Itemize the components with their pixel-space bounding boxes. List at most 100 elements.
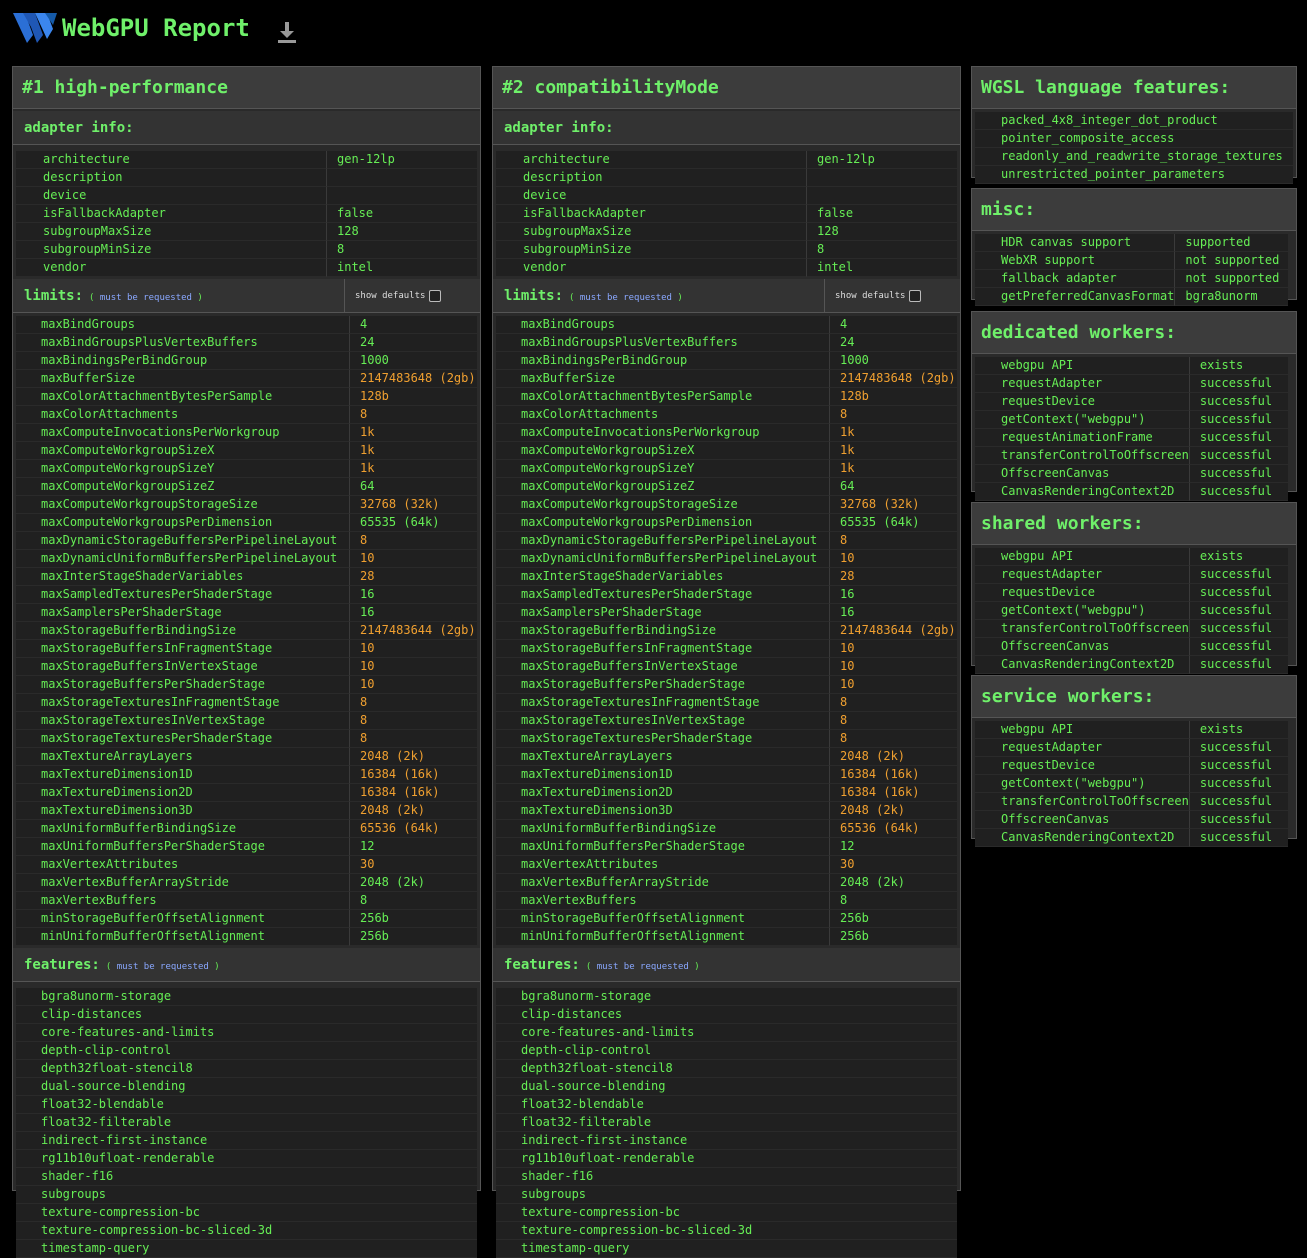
limit-name: maxUniformBuffersPerShaderStage xyxy=(496,838,829,856)
limit-value: 256b xyxy=(829,928,957,946)
table-row: maxVertexBufferArrayStride 2048 (2k) xyxy=(496,874,957,892)
show-defaults-checkbox[interactable] xyxy=(429,289,442,302)
row-value: successful xyxy=(1188,566,1288,584)
limit-name: maxBufferSize xyxy=(16,370,349,388)
limit-value: 1k xyxy=(829,460,957,478)
table-row: maxDynamicUniformBuffersPerPipelineLayou… xyxy=(16,550,477,568)
table-row: maxStorageBuffersPerShaderStage 10 xyxy=(16,676,477,694)
table-row: maxComputeInvocationsPerWorkgroup 1k xyxy=(16,424,477,442)
table-row: CanvasRenderingContext2D successful xyxy=(975,656,1288,674)
table-row: shader-f16 xyxy=(496,1168,957,1186)
limit-value: 24 xyxy=(829,334,957,352)
limit-name: maxComputeWorkgroupSizeY xyxy=(16,460,349,478)
limits-label: limits: xyxy=(24,288,84,304)
table-row: requestAdapter successful xyxy=(975,375,1288,393)
table-row: maxStorageBufferBindingSize 2147483644 (2… xyxy=(496,622,957,640)
limit-value: 8 xyxy=(349,694,477,712)
limit-value: 12 xyxy=(349,838,477,856)
download-icon[interactable] xyxy=(276,20,298,44)
table-row: maxBufferSize 2147483648 (2gb) xyxy=(496,370,957,388)
limits-heading: limits: ( must be requested ) show default… xyxy=(13,279,480,313)
table-row: maxColorAttachments 8 xyxy=(16,406,477,424)
row-key: CanvasRenderingContext2D xyxy=(975,656,1189,674)
table-row: clip-distances xyxy=(496,1006,957,1024)
feature-name: texture-compression-bc xyxy=(16,1204,477,1222)
limit-name: maxColorAttachmentBytesPerSample xyxy=(16,388,349,406)
must-be-requested-link[interactable]: must be requested xyxy=(580,293,672,303)
limit-name: maxComputeWorkgroupStorageSize xyxy=(16,496,349,514)
feature-name: indirect-first-instance xyxy=(16,1132,477,1150)
table-row: getPreferredCanvasFormat bgra8unorm xyxy=(975,288,1288,306)
table-row: maxStorageTexturesInVertexStage 8 xyxy=(496,712,957,730)
row-key: requestAdapter xyxy=(975,566,1189,584)
table-row: maxStorageBuffersInFragmentStage 10 xyxy=(16,640,477,658)
limit-value: 2048 (2k) xyxy=(349,802,477,820)
limit-value: 2048 (2k) xyxy=(349,748,477,766)
limit-name: maxComputeWorkgroupSizeX xyxy=(496,442,829,460)
feature-name: subgroups xyxy=(16,1186,477,1204)
table-row: maxComputeWorkgroupStorageSize 32768 (32k… xyxy=(496,496,957,514)
must-be-requested-note: ( must be requested ) xyxy=(106,962,220,972)
table-row: getContext("webgpu") successful xyxy=(975,775,1288,793)
limit-name: maxBindGroupsPlusVertexBuffers xyxy=(16,334,349,352)
row-key: requestAnimationFrame xyxy=(975,429,1189,447)
must-be-requested-link[interactable]: must be requested xyxy=(117,962,209,972)
limit-value: 65536 (64k) xyxy=(349,820,477,838)
row-key: getContext("webgpu") xyxy=(975,411,1189,429)
table-row: maxStorageBuffersPerShaderStage 10 xyxy=(496,676,957,694)
table-row: packed_4x8_integer_dot_product xyxy=(975,112,1293,130)
info-key: subgroupMinSize xyxy=(496,241,806,259)
info-value: intel xyxy=(326,259,477,277)
table-row: subgroupMaxSize 128 xyxy=(16,223,477,241)
table-row: CanvasRenderingContext2D successful xyxy=(975,483,1288,501)
limit-value: 10 xyxy=(349,658,477,676)
panel-title: service workers: xyxy=(972,676,1296,718)
limit-name: maxStorageBufferBindingSize xyxy=(16,622,349,640)
row-key: webgpu API xyxy=(975,548,1189,566)
row-value: successful xyxy=(1188,602,1288,620)
limit-name: maxVertexAttributes xyxy=(496,856,829,874)
adapter-title: #2 compatibilityMode xyxy=(493,67,960,109)
table-row: maxTextureDimension2D 16384 (16k) xyxy=(16,784,477,802)
table-row: subgroupMinSize 8 xyxy=(496,241,957,259)
table-row: maxStorageTexturesInFragmentStage 8 xyxy=(16,694,477,712)
row-value: successful xyxy=(1188,375,1288,393)
show-defaults-toggle[interactable]: show defaults xyxy=(344,279,442,313)
must-be-requested-link[interactable]: must be requested xyxy=(597,962,689,972)
table-row: maxUniformBufferBindingSize 65536 (64k) xyxy=(496,820,957,838)
feature-name: bgra8unorm-storage xyxy=(16,988,477,1006)
table-row: requestDevice successful xyxy=(975,584,1288,602)
table-row: getContext("webgpu") successful xyxy=(975,602,1288,620)
panel-title: misc: xyxy=(972,189,1296,231)
limit-name: maxTextureDimension1D xyxy=(496,766,829,784)
row-key: getPreferredCanvasFormat xyxy=(975,288,1175,306)
limit-value: 1k xyxy=(349,424,477,442)
panel-table: webgpu API exists requestAdapter successful… xyxy=(975,548,1288,674)
limit-name: maxComputeWorkgroupSizeX xyxy=(16,442,349,460)
table-row: indirect-first-instance xyxy=(496,1132,957,1150)
row-key: webgpu API xyxy=(975,357,1189,375)
table-row: description xyxy=(496,169,957,187)
table-row: maxBindGroupsPlusVertexBuffers 24 xyxy=(496,334,957,352)
paren-close: ) xyxy=(694,962,700,972)
show-defaults-toggle[interactable]: show defaults xyxy=(824,279,922,313)
table-row: maxBufferSize 2147483648 (2gb) xyxy=(16,370,477,388)
info-key: subgroupMaxSize xyxy=(496,223,806,241)
show-defaults-checkbox[interactable] xyxy=(909,289,922,302)
table-row: float32-blendable xyxy=(496,1096,957,1114)
table-row: depth32float-stencil8 xyxy=(16,1060,477,1078)
limit-name: maxStorageBuffersPerShaderStage xyxy=(16,676,349,694)
limit-value: 8 xyxy=(829,892,957,910)
must-be-requested-link[interactable]: must be requested xyxy=(100,293,192,303)
table-row: maxComputeWorkgroupSizeZ 64 xyxy=(16,478,477,496)
table-row: subgroups xyxy=(496,1186,957,1204)
table-row: transferControlToOffscreen successful xyxy=(975,447,1288,465)
table-row: maxColorAttachmentBytesPerSample 128b xyxy=(16,388,477,406)
row-key: HDR canvas support xyxy=(975,234,1175,252)
table-row: maxSamplersPerShaderStage 16 xyxy=(16,604,477,622)
limit-name: maxComputeWorkgroupSizeY xyxy=(496,460,829,478)
paren-open: ( xyxy=(105,962,112,972)
table-row: isFallbackAdapter false xyxy=(16,205,477,223)
table-row: subgroupMinSize 8 xyxy=(16,241,477,259)
wgsl-feature: readonly_and_readwrite_storage_textures xyxy=(975,148,1293,166)
